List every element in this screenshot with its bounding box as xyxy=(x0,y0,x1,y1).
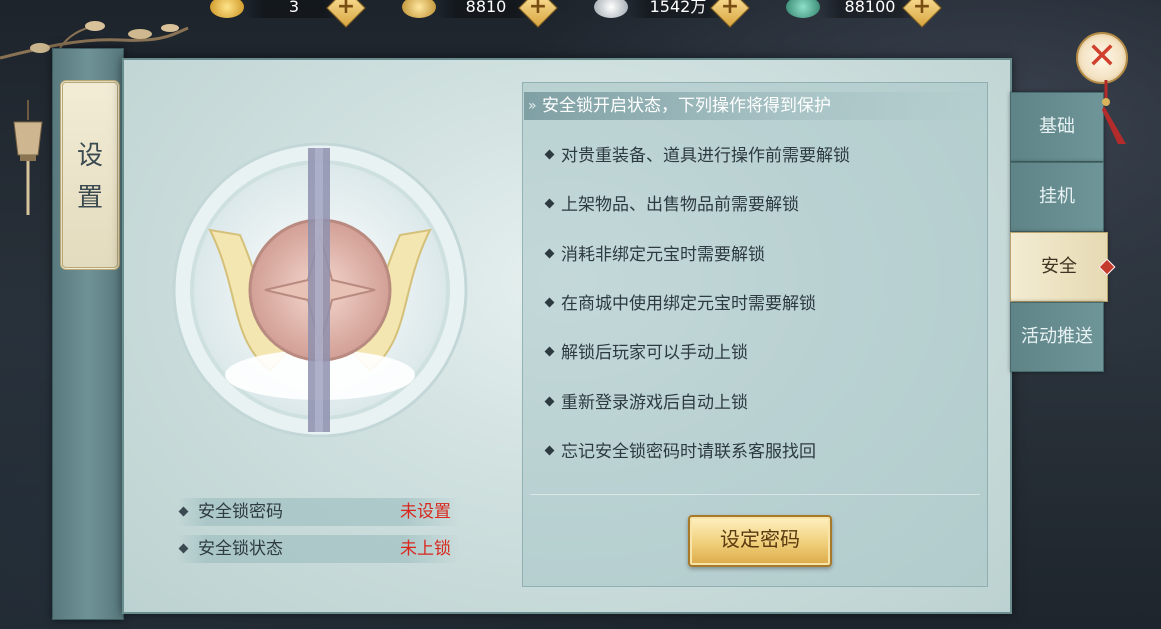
security-lock-emblem-icon xyxy=(172,142,468,438)
plus-icon: + xyxy=(912,0,932,19)
add-bound-gold-button[interactable]: + xyxy=(518,0,558,28)
rule-text: 忘记安全锁密码时请联系客服找回 xyxy=(561,442,816,462)
jade-coin-icon xyxy=(786,0,820,18)
lock-password-row: 安全锁密码 未设置 xyxy=(178,498,460,526)
bound-gold-ingot-icon xyxy=(402,0,436,18)
diamond-bullet-icon xyxy=(544,346,555,356)
tab-event-push[interactable]: 活动推送 xyxy=(1010,302,1104,372)
close-button[interactable]: ✕ xyxy=(1076,32,1128,84)
diamond-bullet-icon xyxy=(544,149,555,159)
plus-icon: + xyxy=(336,0,356,19)
tab-security-label: 安全 xyxy=(1041,256,1077,277)
rule-item: 在商城中使用绑定元宝时需要解锁 xyxy=(544,293,816,315)
add-gold-button[interactable]: + xyxy=(326,0,366,28)
close-icon: ✕ xyxy=(1086,36,1118,77)
gold-ingot-icon xyxy=(210,0,244,18)
lock-status-row: 安全锁状态 未上锁 xyxy=(178,535,460,563)
lock-status-label: 安全锁状态 xyxy=(198,539,283,559)
rule-item: 消耗非绑定元宝时需要解锁 xyxy=(544,244,765,266)
tab-basic[interactable]: 基础 xyxy=(1010,92,1104,162)
add-jade-button[interactable]: + xyxy=(902,0,942,28)
lock-password-value: 未设置 xyxy=(400,502,451,522)
set-password-button[interactable]: 设定密码 xyxy=(688,515,832,567)
diamond-bullet-icon xyxy=(544,248,555,258)
silver-ingot-icon xyxy=(594,0,628,18)
active-marker-icon xyxy=(1098,258,1116,276)
rule-text: 在商城中使用绑定元宝时需要解锁 xyxy=(561,294,816,314)
rule-text: 重新登录游戏后自动上锁 xyxy=(561,393,748,413)
page-title: 设 置 xyxy=(60,80,120,270)
rule-item: 上架物品、出售物品前需要解锁 xyxy=(544,194,799,216)
lock-status-value: 未上锁 xyxy=(400,539,451,559)
plus-icon: + xyxy=(528,0,548,19)
rule-text: 上架物品、出售物品前需要解锁 xyxy=(561,195,799,215)
lantern-icon xyxy=(13,100,43,215)
diamond-bullet-icon xyxy=(178,543,189,554)
diamond-bullet-icon xyxy=(544,396,555,406)
title-char-1: 设 xyxy=(76,141,103,171)
diamond-bullet-icon xyxy=(544,198,555,208)
lock-password-label: 安全锁密码 xyxy=(198,502,283,522)
rule-item: 重新登录游戏后自动上锁 xyxy=(544,392,748,414)
title-char-2: 置 xyxy=(76,183,103,213)
rule-text: 对贵重装备、道具进行操作前需要解锁 xyxy=(561,146,850,166)
rules-header: » 安全锁开启状态，下列操作将得到保护 xyxy=(524,92,984,120)
rule-item: 对贵重装备、道具进行操作前需要解锁 xyxy=(544,145,850,167)
tab-auto-battle[interactable]: 挂机 xyxy=(1010,162,1104,232)
rule-text: 消耗非绑定元宝时需要解锁 xyxy=(561,245,765,265)
rule-item: 解锁后玩家可以手动上锁 xyxy=(544,342,748,364)
add-silver-button[interactable]: + xyxy=(710,0,750,28)
rule-text: 解锁后玩家可以手动上锁 xyxy=(561,343,748,363)
plus-icon: + xyxy=(720,0,740,19)
tab-security[interactable]: 安全 xyxy=(1010,232,1116,302)
diamond-bullet-icon xyxy=(544,445,555,455)
tassel-icon xyxy=(1102,80,1126,144)
chevron-right-icon: » xyxy=(528,98,537,114)
diamond-bullet-icon xyxy=(544,297,555,307)
rule-item: 忘记安全锁密码时请联系客服找回 xyxy=(544,441,816,463)
divider xyxy=(530,494,980,495)
diamond-bullet-icon xyxy=(178,506,189,517)
rules-header-text: 安全锁开启状态，下列操作将得到保护 xyxy=(542,96,831,116)
